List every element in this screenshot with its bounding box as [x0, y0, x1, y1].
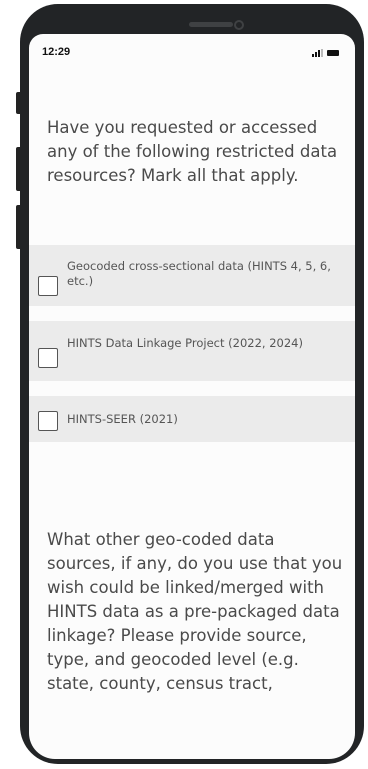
checkbox[interactable] — [38, 411, 58, 431]
option-label: HINTS-SEER (2021) — [67, 412, 178, 426]
battery-icon — [327, 50, 339, 56]
signal-icon — [312, 49, 323, 57]
question-2-text: What other geo-coded data sources, if an… — [47, 530, 343, 693]
front-camera — [234, 20, 244, 30]
status-time: 12:29 — [42, 46, 71, 58]
option-label: HINTS Data Linkage Project (2022, 2024) — [67, 336, 303, 350]
phone-mockup: 12:29 Have you requested or accessed any… — [0, 0, 368, 769]
option-geocoded-cross-sectional[interactable]: Geocoded cross-sectional data (HINTS 4, … — [29, 245, 355, 306]
phone-screen: 12:29 Have you requested or accessed any… — [29, 34, 355, 759]
option-data-linkage-project[interactable]: HINTS Data Linkage Project (2022, 2024) — [29, 321, 355, 381]
option-label: Geocoded cross-sectional data (HINTS 4, … — [67, 259, 331, 288]
status-bar: 12:29 — [29, 34, 355, 70]
checkbox[interactable] — [38, 348, 58, 368]
option-hints-seer[interactable]: HINTS-SEER (2021) — [29, 396, 355, 442]
checkbox[interactable] — [38, 276, 58, 296]
speaker-grille — [189, 22, 233, 27]
question-1-text: Have you requested or accessed any of th… — [47, 118, 338, 185]
